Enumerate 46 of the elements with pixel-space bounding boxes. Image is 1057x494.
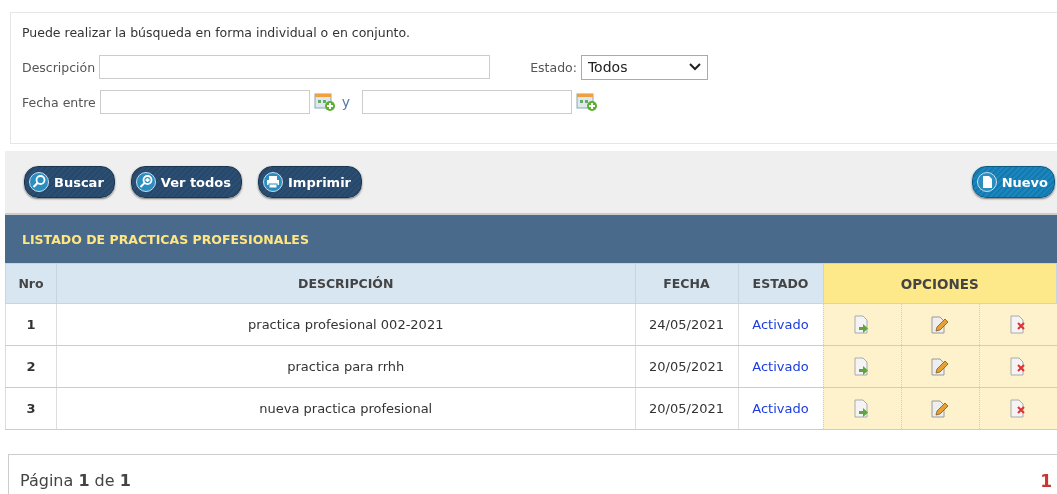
column-header: FECHA — [635, 263, 738, 304]
document-arrow-icon[interactable] — [853, 356, 871, 377]
zoom-in-icon — [135, 172, 156, 192]
date-to-field[interactable] — [362, 90, 572, 114]
status-label: Estado: — [530, 59, 577, 75]
table-cell: 2 — [5, 345, 57, 388]
document-pencil-icon[interactable] — [930, 356, 950, 377]
table-cell: 3 — [5, 387, 57, 430]
status-dropdown[interactable]: Todos — [580, 54, 708, 80]
search-button[interactable]: Buscar — [24, 166, 115, 198]
calendar-add-icon[interactable] — [576, 92, 598, 112]
new-button[interactable]: Nuevo — [971, 166, 1055, 198]
page-link[interactable]: 1 — [1040, 471, 1052, 491]
chevron-icon — [688, 63, 701, 71]
column-header: ESTADO — [738, 263, 823, 304]
table-cell: 1 — [5, 303, 57, 346]
table-cell: 20/05/2021 — [635, 345, 738, 388]
document-cross-icon[interactable] — [1009, 314, 1027, 335]
table-cell: 20/05/2021 — [635, 387, 738, 430]
date-label: Fecha entre — [22, 94, 96, 110]
print-button[interactable]: Imprimir — [258, 166, 362, 198]
printer-icon — [263, 172, 284, 192]
table-title: LISTADO DE PRACTICAS PROFESIONALES — [5, 215, 1057, 263]
document-cross-icon[interactable] — [1009, 356, 1027, 377]
date-from-field[interactable] — [99, 90, 310, 114]
table-cell: practica profesional 002-2021 — [56, 303, 635, 346]
search-hint: Puede realizar la búsqueda en forma individual o en conjunto. — [22, 25, 411, 40]
table-cell: practica para rrhh — [56, 345, 635, 388]
page-summary: Página 1 de 1 — [20, 471, 131, 490]
table-cell: 24/05/2021 — [635, 303, 738, 346]
date-joiner: y — [341, 94, 350, 110]
calendar-add-icon[interactable] — [313, 92, 336, 112]
column-header: DESCRIPCIÓN — [56, 263, 635, 304]
document-arrow-icon[interactable] — [853, 314, 871, 335]
document-icon — [976, 172, 997, 192]
document-pencil-icon[interactable] — [930, 398, 950, 419]
document-pencil-icon[interactable] — [930, 314, 950, 335]
document-cross-icon[interactable] — [1009, 398, 1027, 419]
description-field[interactable] — [99, 55, 491, 79]
description-label: Descripción — [22, 59, 96, 75]
search-icon — [29, 172, 49, 192]
column-header: Nro — [5, 263, 57, 304]
document-arrow-icon[interactable] — [853, 398, 871, 419]
column-header: OPCIONES — [823, 263, 1057, 304]
zoom-button[interactable]: Ver todos — [130, 166, 243, 198]
table-cell: nueva practica profesional — [56, 387, 635, 430]
